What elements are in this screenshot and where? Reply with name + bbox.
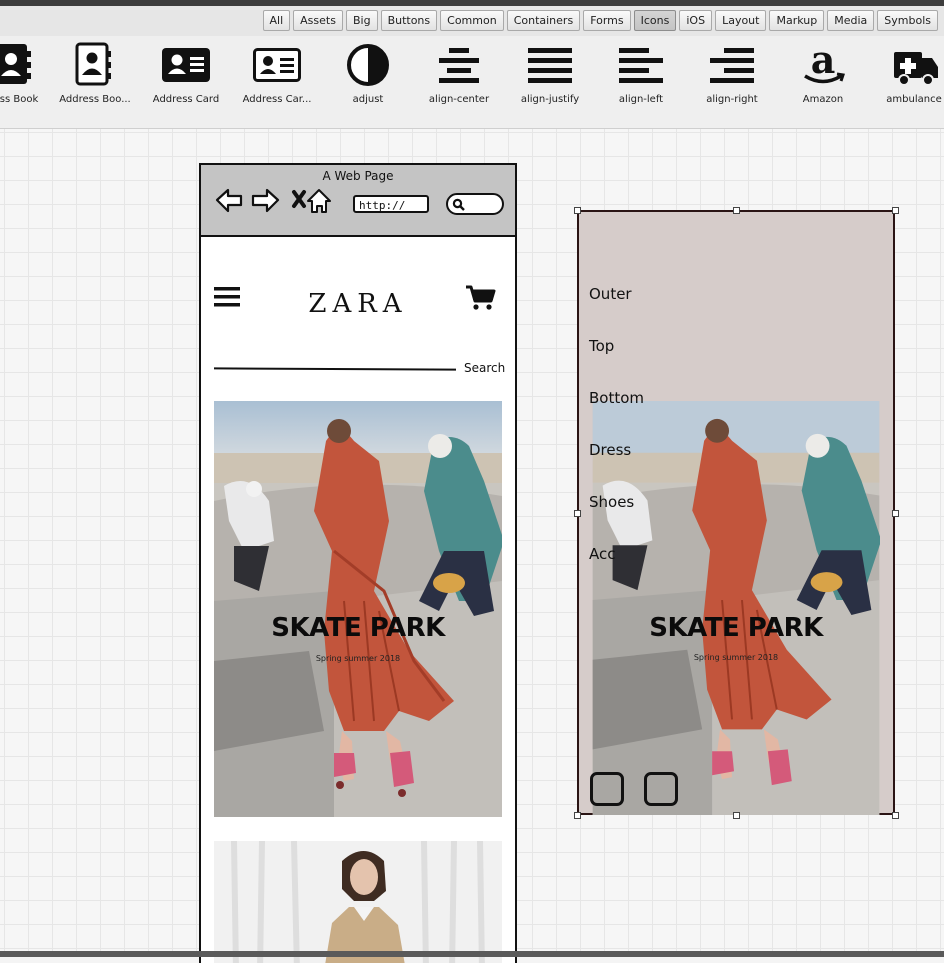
- browser-title: A Web Page: [322, 169, 394, 183]
- resize-handle-e[interactable]: [892, 510, 899, 517]
- filter-tab-assets[interactable]: Assets: [293, 10, 343, 31]
- shopping-cart-icon[interactable]: [465, 284, 497, 312]
- skate-park-photo: [214, 401, 502, 817]
- resize-handle-nw[interactable]: [574, 207, 581, 214]
- search-icon: [452, 198, 465, 211]
- library-item-align-center[interactable]: align-center: [414, 42, 504, 105]
- filter-tab-media[interactable]: Media: [827, 10, 875, 31]
- resize-handle-n[interactable]: [733, 207, 740, 214]
- store-search-label[interactable]: Search: [464, 361, 505, 375]
- library-item-label: align-center: [428, 94, 490, 105]
- library-item-ambulance[interactable]: ambulance: [869, 42, 944, 105]
- align-justify-icon: [528, 48, 572, 83]
- menu-hero-title: SKATE PARK: [649, 613, 823, 643]
- resize-handle-sw[interactable]: [574, 812, 581, 819]
- menu-hero-banner-image: SKATE PARK Spring summer 2018: [592, 401, 880, 815]
- square-button-1[interactable]: [590, 772, 624, 806]
- address-book-alt-icon: [75, 42, 111, 86]
- hero-banner-image[interactable]: SKATE PARK Spring summer 2018: [214, 401, 502, 817]
- filter-tab-big[interactable]: Big: [345, 10, 378, 31]
- align-center-icon: [439, 48, 479, 83]
- skate-park-photo-copy: [592, 401, 880, 815]
- bottom-frame-edge: [0, 951, 944, 957]
- library-item-label: Address Boo...: [59, 94, 131, 105]
- menu-item-shoes[interactable]: Shoes: [589, 493, 634, 511]
- filter-tab-layout[interactable]: Layout: [715, 10, 767, 31]
- back-arrow-icon[interactable]: [215, 188, 243, 213]
- filter-tab-forms[interactable]: Forms: [583, 10, 631, 31]
- model-photo: [214, 841, 502, 963]
- filter-tab-symbols[interactable]: Symbols: [877, 10, 938, 31]
- library-item-adjust[interactable]: adjust: [323, 42, 413, 105]
- web-page-mockup[interactable]: A Web Page http:// ZARA Search SKATE PAR…: [199, 163, 517, 963]
- library-item-label: align-justify: [520, 94, 580, 105]
- filter-tabs: All Assets Big Buttons Common Containers Forms…: [262, 10, 938, 31]
- align-left-icon: [619, 48, 663, 83]
- filter-tab-all[interactable]: All: [262, 10, 291, 31]
- library-item-align-left[interactable]: align-left: [596, 42, 686, 105]
- mobile-menu-mockup[interactable]: SKATE PARK Spring summer 2018 Outer Top Bo…: [577, 210, 895, 815]
- square-button-2[interactable]: [644, 772, 678, 806]
- address-book-icon: [0, 44, 31, 84]
- menu-item-outer[interactable]: Outer: [589, 285, 632, 303]
- hero-title: SKATE PARK: [271, 613, 445, 643]
- ambulance-icon: [894, 52, 938, 86]
- store-search-input[interactable]: [213, 367, 457, 371]
- menu-item-top[interactable]: Top: [589, 337, 614, 355]
- library-item-label: adjust: [352, 94, 384, 105]
- adjust-icon: [347, 44, 389, 86]
- menu-hero-subtitle: Spring summer 2018: [693, 653, 779, 662]
- filter-tab-icons[interactable]: Icons: [633, 10, 677, 31]
- library-item-label: align-left: [618, 94, 664, 105]
- forward-arrow-icon[interactable]: [251, 188, 280, 213]
- filter-tab-common[interactable]: Common: [440, 10, 504, 31]
- library-filter-bar: All Assets Big Buttons Common Containers Forms…: [0, 6, 944, 36]
- address-card-icon: [162, 48, 210, 82]
- library-item-address-book-alt[interactable]: Address Boo...: [50, 42, 140, 105]
- url-field[interactable]: http://: [353, 195, 429, 213]
- browser-search-field[interactable]: [446, 193, 504, 215]
- filter-tab-ios[interactable]: iOS: [679, 10, 713, 31]
- library-item-label: align-right: [706, 94, 758, 105]
- filter-tab-markup[interactable]: Markup: [769, 10, 825, 31]
- library-item-align-right[interactable]: align-right: [687, 42, 777, 105]
- library-item-address-card-alt[interactable]: Address Car...: [232, 42, 322, 105]
- hero-subtitle: Spring summer 2018: [315, 654, 401, 663]
- filter-tab-containers[interactable]: Containers: [506, 10, 581, 31]
- library-item-address-card[interactable]: Address Card: [141, 42, 231, 105]
- menu-item-dress[interactable]: Dress: [589, 441, 631, 459]
- product-image[interactable]: [214, 841, 502, 963]
- icon-library-strip: ss Book Address Boo... Address Card Address…: [0, 36, 944, 129]
- library-item-label: Address Card: [152, 94, 220, 105]
- filter-tab-buttons[interactable]: Buttons: [380, 10, 438, 31]
- library-item-label: Address Car...: [242, 94, 312, 105]
- resize-handle-s[interactable]: [733, 812, 740, 819]
- browser-toolbar: A Web Page http://: [201, 165, 515, 237]
- library-item-label: ambulance: [886, 94, 942, 105]
- stop-close-icon[interactable]: [292, 190, 306, 208]
- align-right-icon: [710, 48, 754, 83]
- library-item-label: Amazon: [802, 94, 844, 105]
- library-item-align-justify[interactable]: align-justify: [505, 42, 595, 105]
- resize-handle-ne[interactable]: [892, 207, 899, 214]
- resize-handle-w[interactable]: [574, 510, 581, 517]
- resize-handle-se[interactable]: [892, 812, 899, 819]
- menu-item-acc[interactable]: Acc: [589, 545, 616, 563]
- library-item-amazon[interactable]: a Amazon: [778, 42, 868, 105]
- menu-item-bottom[interactable]: Bottom: [589, 389, 644, 407]
- home-icon[interactable]: [307, 189, 331, 213]
- address-card-alt-icon: [253, 48, 301, 82]
- amazon-icon: a: [804, 42, 845, 84]
- svg-text:a: a: [811, 42, 836, 82]
